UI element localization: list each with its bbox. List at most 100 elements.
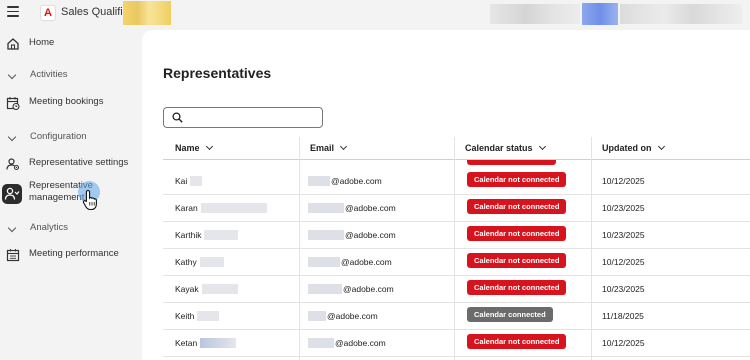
calendar-chart-icon (6, 249, 20, 262)
table-row[interactable]: Kathy @adobe.com Calendar not connected … (163, 248, 750, 276)
user-manage-icon (2, 184, 22, 204)
search-input[interactable] (163, 107, 323, 128)
table-row[interactable]: Keith @adobe.com Calendar connected 11/1… (163, 302, 750, 330)
rep-name: Karan (175, 203, 198, 213)
column-header-label: Name (175, 143, 200, 153)
updated-date: 10/12/2025 (602, 176, 645, 186)
chevron-down-icon (339, 142, 348, 151)
email-cell: @adobe.com (308, 257, 392, 267)
name-cell: Karan (175, 203, 267, 213)
table-row[interactable]: Kai @adobe.com Calendar not connected 10… (163, 167, 750, 195)
rep-email: @adobe.com (345, 230, 396, 240)
name-cell: Kai (175, 176, 203, 186)
status-badge: Calendar not connected (467, 199, 567, 214)
status-badge: Calendar not connected (467, 172, 567, 187)
chevron-down-icon (538, 142, 546, 151)
sidebar-item-home[interactable]: Home (0, 33, 142, 55)
redacted-email-user (308, 257, 340, 267)
user-gear-icon (6, 158, 20, 171)
name-cell: Karthik (175, 230, 239, 240)
sidebar-section-label: Activities (30, 69, 68, 80)
table-header: Name Email Calendar status Updated on (163, 137, 750, 160)
column-header-name[interactable]: Name (175, 142, 213, 153)
table-row[interactable]: Ketan @adobe.com Calendar not connected … (163, 329, 750, 357)
redacted-surname (200, 338, 237, 348)
name-cell: Keith (175, 311, 220, 321)
redacted-surname (199, 257, 224, 267)
column-header-label: Email (310, 143, 335, 153)
rep-email: @adobe.com (331, 176, 382, 186)
home-icon (7, 38, 19, 50)
redacted-email-user (308, 338, 334, 348)
sidebar-item-representative-management[interactable]: Representative management (0, 180, 142, 204)
status-badge: Calendar not connected (467, 334, 567, 349)
column-header-calendar-status[interactable]: Calendar status (465, 142, 546, 153)
name-cell: Kathy (175, 257, 224, 267)
redacted-user-avatar (582, 3, 618, 25)
adobe-logo-icon: A (40, 5, 56, 21)
sidebar-item-label: Meeting performance (29, 248, 119, 259)
email-cell: @adobe.com (308, 203, 396, 213)
updated-date: 10/23/2025 (602, 284, 645, 294)
updated-date: 10/12/2025 (602, 338, 645, 348)
rep-name: Keith (175, 311, 195, 321)
sidebar-item-representative-settings[interactable]: Representative settings (0, 153, 142, 175)
email-cell: @adobe.com (308, 230, 396, 240)
email-cell: @adobe.com (308, 176, 382, 186)
column-header-label: Calendar status (465, 143, 533, 153)
redacted-user-info (620, 4, 742, 24)
sidebar: Home Activities Meeting bookings Configu… (0, 26, 142, 360)
name-cell: Ketan (175, 338, 237, 348)
sidebar-item-label: Representative settings (29, 157, 129, 168)
main-panel: Representatives Name Email Calendar stat… (142, 30, 750, 360)
chevron-down-icon (7, 132, 17, 142)
redacted-surname (201, 284, 238, 294)
table-row[interactable]: Karthik @adobe.com Calendar not connecte… (163, 221, 750, 249)
redacted-email-user (308, 203, 344, 213)
sidebar-section-analytics[interactable]: Analytics (0, 218, 142, 240)
rep-email: @adobe.com (341, 257, 392, 267)
hand-cursor-icon (82, 189, 97, 211)
search-icon (172, 112, 183, 123)
page-title: Representatives (163, 65, 272, 81)
logo-letter: A (44, 7, 52, 19)
chevron-down-icon (7, 223, 17, 233)
top-bar: A Sales Qualifier (0, 0, 750, 26)
redacted-surname (190, 176, 203, 186)
updated-date: 10/23/2025 (602, 230, 645, 240)
redacted-email-user (308, 176, 330, 186)
sidebar-item-label: Home (29, 37, 55, 48)
column-header-email[interactable]: Email (310, 142, 348, 153)
redacted-email-user (308, 311, 326, 321)
rep-name: Kai (175, 176, 188, 186)
table-row[interactable]: Kayak @adobe.com Calendar not connected … (163, 275, 750, 303)
updated-date: 10/12/2025 (602, 257, 645, 267)
status-badge: Calendar not connected (467, 226, 567, 241)
redacted-email-user (308, 284, 342, 294)
sidebar-item-meeting-bookings[interactable]: Meeting bookings (0, 92, 142, 114)
table-row[interactable]: Karan @adobe.com Calendar not connected … (163, 194, 750, 222)
column-header-updated-on[interactable]: Updated on (602, 142, 665, 153)
hamburger-menu-icon[interactable] (7, 6, 19, 18)
column-header-label: Updated on (602, 143, 652, 153)
sidebar-section-activities[interactable]: Activities (0, 65, 142, 87)
updated-date: 11/18/2025 (602, 311, 644, 321)
updated-date: 10/23/2025 (602, 203, 645, 213)
calendar-clock-icon (6, 97, 20, 110)
status-badge: Calendar connected (467, 307, 553, 322)
status-badge: Calendar not connected (467, 253, 567, 268)
sidebar-item-meeting-performance[interactable]: Meeting performance (0, 244, 142, 266)
sidebar-section-configuration[interactable]: Configuration (0, 127, 142, 149)
app-name: Sales Qualifier (61, 6, 133, 18)
rep-email: @adobe.com (327, 311, 378, 321)
redacted-header-content (490, 4, 580, 24)
status-badge-scrolled (467, 160, 556, 165)
sidebar-item-label: Meeting bookings (29, 96, 104, 107)
name-cell: Kayak (175, 284, 238, 294)
rep-name: Karthik (175, 230, 202, 240)
chevron-down-icon (205, 142, 213, 151)
redacted-surname (204, 230, 239, 240)
email-cell: @adobe.com (308, 311, 378, 321)
rep-email: @adobe.com (335, 338, 386, 348)
redacted-surname (197, 311, 220, 321)
